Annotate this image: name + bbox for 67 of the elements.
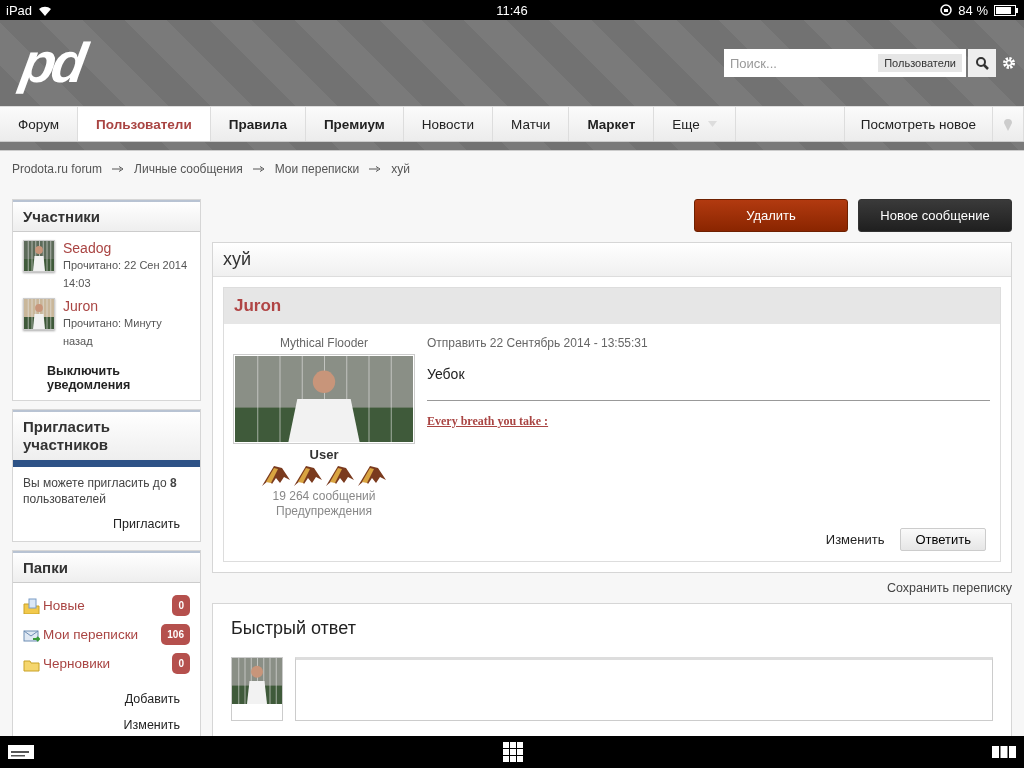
settings-icon: [1002, 56, 1016, 70]
message-text: Уебок: [427, 350, 990, 401]
message-date: Отправить 22 Сентябрь 2014 - 13:55:31: [427, 336, 649, 350]
breadcrumb-link[interactable]: хуй: [391, 162, 410, 176]
search-button[interactable]: [968, 49, 996, 77]
search-field[interactable]: Поиск... Пользователи: [724, 49, 966, 77]
arrow-icon: [369, 166, 382, 172]
folder-action-link[interactable]: Изменить: [23, 708, 190, 734]
post-count: 19 264 сообщений: [272, 489, 376, 503]
panel-heading: Участники: [13, 200, 200, 232]
reply-editor[interactable]: [295, 657, 993, 721]
read-status: Прочитано: Минуту назад: [63, 316, 163, 349]
device-name: iPad: [6, 2, 33, 18]
arrow-icon: [252, 166, 265, 172]
nav-tab[interactable]: Пользователи: [78, 107, 211, 141]
clock: 11:46: [496, 2, 528, 18]
nav-tab[interactable]: Премиум: [305, 107, 404, 141]
nav-tab[interactable]: Новости: [403, 107, 494, 141]
count-badge: 0: [172, 653, 190, 674]
location-button[interactable]: [993, 107, 1024, 141]
folder-link[interactable]: Мои переписки: [43, 627, 159, 642]
delete-button[interactable]: Удалить: [694, 199, 848, 232]
breadcrumb-link[interactable]: Личные сообщения: [134, 162, 243, 176]
new-message-button[interactable]: Новое сообщение: [858, 199, 1012, 232]
battery-icon: [994, 4, 1018, 16]
edit-link[interactable]: Изменить: [825, 532, 885, 547]
nav-link[interactable]: Посмотреть новое: [844, 107, 993, 141]
panel-heading: Папки: [13, 551, 200, 583]
keyboard-dismiss-icon: [8, 745, 34, 759]
reply-button[interactable]: Ответить: [900, 528, 986, 551]
read-status: Прочитано: 22 Сен 2014 14:03: [63, 258, 189, 291]
member-name[interactable]: Juron: [63, 298, 190, 314]
count-badge: 106: [161, 624, 190, 645]
breadcrumb-link[interactable]: Мои переписки: [274, 162, 360, 176]
panel-heading: Пригласить участников: [13, 410, 200, 467]
breadcrumb-link[interactable]: Prodota.ru forum: [12, 162, 103, 176]
folder-action-link[interactable]: Добавить: [23, 682, 190, 708]
member-name[interactable]: Seadog: [63, 240, 190, 256]
nav-tab[interactable]: Маркет: [569, 107, 655, 141]
author-name[interactable]: Juron: [224, 288, 1000, 324]
lock-rotation-icon: [940, 4, 953, 16]
signature-link[interactable]: Every breath you take :: [427, 414, 990, 429]
new-folder-icon: [23, 597, 40, 614]
user-title: Mythical Flooder: [280, 336, 368, 350]
nav-tab[interactable]: Форум: [0, 107, 78, 141]
columns-icon: [992, 746, 1016, 758]
quick-reply-title: Быстрый ответ: [231, 618, 357, 639]
warnings-link[interactable]: Предупреждения: [276, 504, 372, 518]
nav-tab[interactable]: Правила: [210, 107, 306, 141]
folder-link[interactable]: Черновики: [43, 656, 170, 671]
caret-icon: [707, 121, 717, 127]
battery-percentage: 84 %: [958, 2, 988, 18]
wifi-icon: [38, 4, 53, 16]
arrow-icon: [112, 166, 125, 172]
invite-link[interactable]: Пригласить: [23, 507, 190, 533]
nav-tab[interactable]: Еще: [654, 107, 736, 141]
grid-icon: [503, 742, 523, 762]
location-pin-icon: [1003, 117, 1013, 131]
folder-link[interactable]: Новые: [43, 598, 170, 613]
nav-tab[interactable]: Матчи: [493, 107, 570, 141]
search-scope-button[interactable]: Пользователи: [878, 54, 962, 72]
count-badge: 0: [172, 595, 190, 616]
search-icon: [975, 56, 989, 70]
mute-link[interactable]: Выключить уведомления: [23, 356, 190, 392]
invite-text: Вы можете пригласить до 8 пользователей: [23, 475, 178, 507]
user-rank: User: [309, 447, 339, 462]
save-conversation-link[interactable]: Сохранить переписку: [212, 573, 1012, 603]
